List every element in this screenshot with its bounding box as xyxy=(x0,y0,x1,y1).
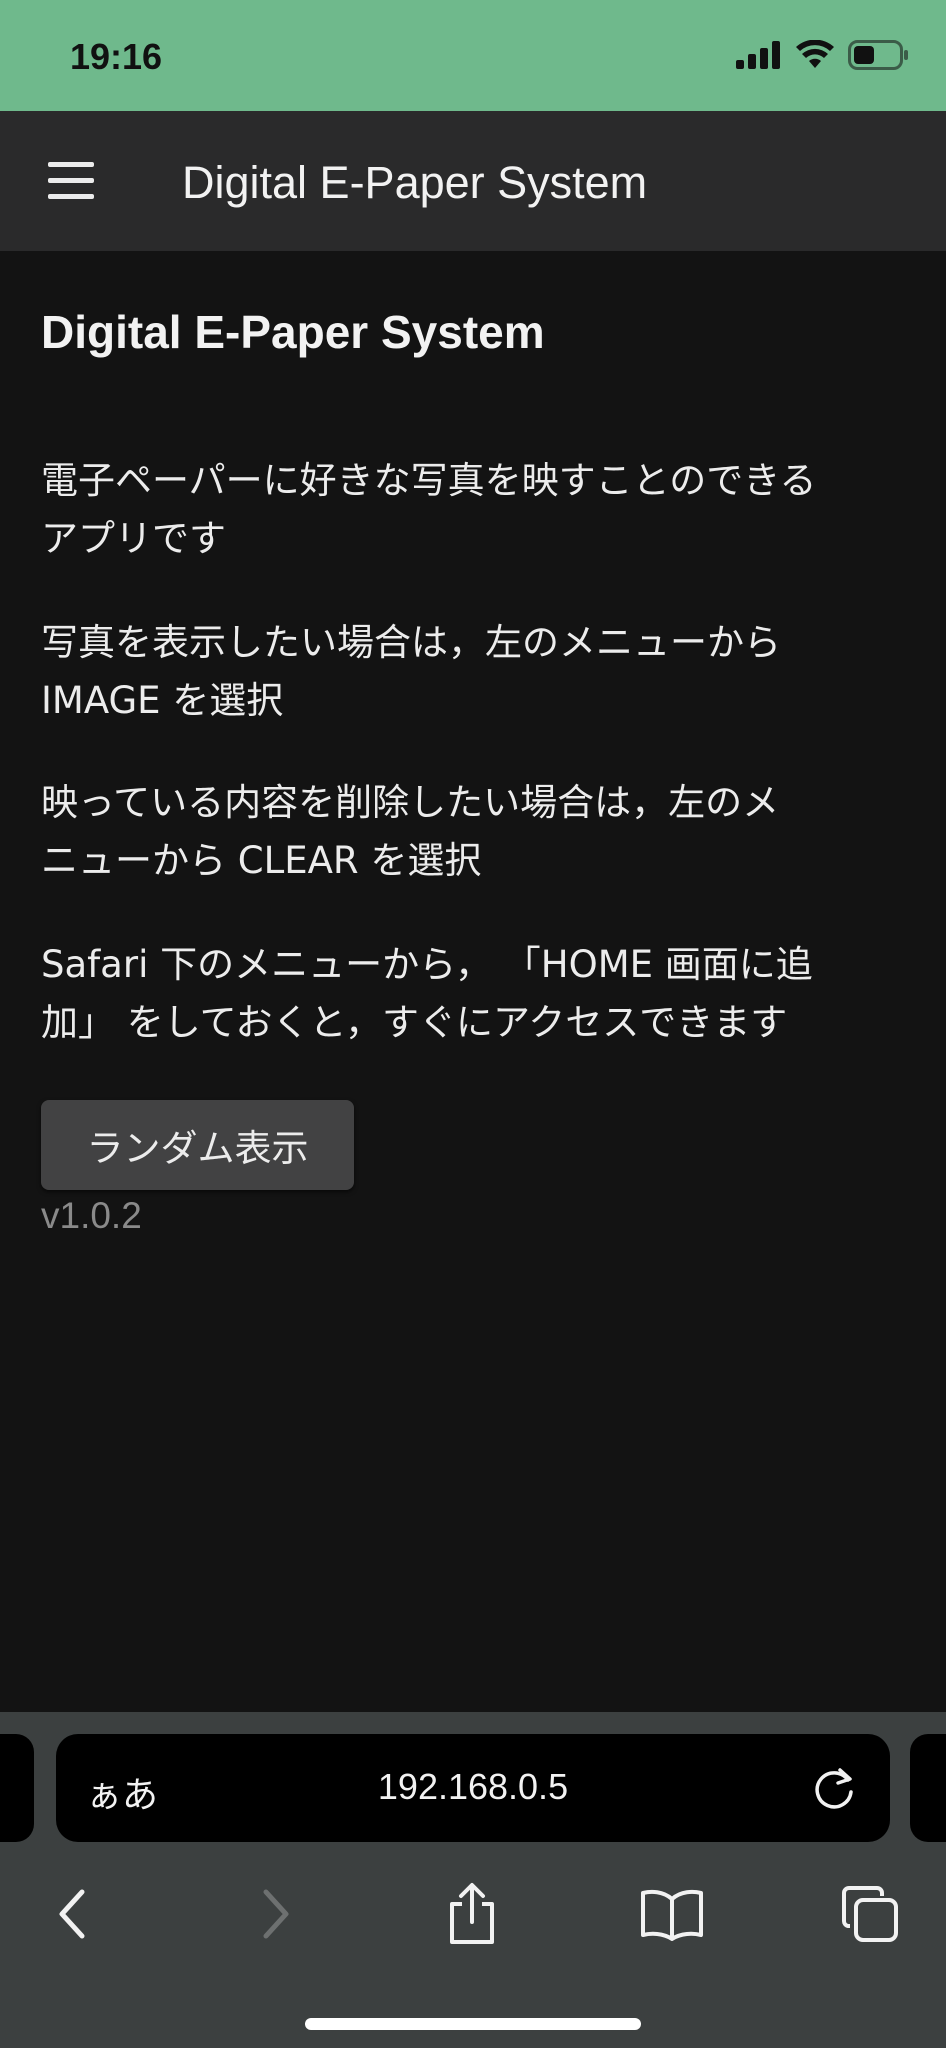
forward-icon[interactable] xyxy=(236,1874,316,1954)
menu-line xyxy=(48,194,94,199)
random-display-button[interactable]: ランダム表示 xyxy=(41,1100,354,1190)
previous-tab-peek[interactable] xyxy=(0,1734,34,1842)
menu-line xyxy=(48,178,94,183)
paragraph-line: アプリです xyxy=(41,517,226,560)
paragraph-line: IMAGE を選択 xyxy=(41,679,284,722)
paragraph-line: 写真を表示したい場合は，左のメニューから xyxy=(41,621,781,664)
tabs-squares-icon xyxy=(842,1886,898,1942)
menu-line xyxy=(48,162,94,167)
status-time: 19:16 xyxy=(70,36,163,77)
wifi-icon xyxy=(796,40,834,68)
tabs-icon[interactable] xyxy=(830,1874,910,1954)
image-instruction-paragraph: 写真を表示したい場合は，左のメニューから IMAGE を選択 xyxy=(41,614,781,730)
page-heading: Digital E-Paper System xyxy=(41,306,545,358)
paragraph-line: ニューから CLEAR を選択 xyxy=(41,839,482,882)
paragraph-line: Safari 下のメニューから， 「HOME 画面に追 xyxy=(41,943,813,986)
paragraph-line: 映っている内容を削除したい場合は，左のメ xyxy=(41,781,780,824)
screen: 19:16 Digital E-Paper System Digital E-P… xyxy=(0,0,946,2048)
version-label: v1.0.2 xyxy=(41,1195,142,1236)
next-tab-peek[interactable] xyxy=(910,1734,946,1842)
safari-bottom-bar: ぁあ 192.168.0.5 xyxy=(0,1712,946,2048)
open-book-icon xyxy=(641,1889,703,1941)
paragraph-line: 加」 をしておくと，すぐにアクセスできます xyxy=(41,1001,788,1044)
home-screen-tip-paragraph: Safari 下のメニューから， 「HOME 画面に追 加」 をしておくと，すぐ… xyxy=(41,936,813,1052)
reload-icon[interactable] xyxy=(808,1762,860,1814)
back-chevron-icon xyxy=(59,1889,85,1939)
clear-instruction-paragraph: 映っている内容を削除したい場合は，左のメ ニューから CLEAR を選択 xyxy=(41,774,779,890)
status-bar: 19:16 xyxy=(0,0,946,111)
paragraph-line: 電子ペーパーに好きな写真を映すことのできる xyxy=(41,459,817,502)
share-icon[interactable] xyxy=(432,1874,512,1954)
hamburger-menu-icon[interactable] xyxy=(40,156,102,206)
main-content: Digital E-Paper System 電子ペーパーに好きな写真を映すこと… xyxy=(41,251,901,1236)
app-bar-title: Digital E-Paper System xyxy=(182,157,648,208)
battery-icon xyxy=(848,40,908,70)
intro-paragraph: 電子ペーパーに好きな写真を映すことのできる アプリです xyxy=(41,452,817,568)
share-box-icon xyxy=(450,1883,494,1944)
bookmarks-icon[interactable] xyxy=(632,1874,712,1954)
back-icon[interactable] xyxy=(32,1874,112,1954)
signal-icon xyxy=(736,41,780,69)
status-icons xyxy=(736,40,910,70)
address-bar[interactable]: ぁあ 192.168.0.5 xyxy=(56,1734,890,1842)
home-indicator[interactable] xyxy=(305,2018,641,2030)
app-bar: Digital E-Paper System xyxy=(0,111,946,251)
url-text[interactable]: 192.168.0.5 xyxy=(56,1766,890,1808)
forward-chevron-icon xyxy=(263,1889,289,1939)
